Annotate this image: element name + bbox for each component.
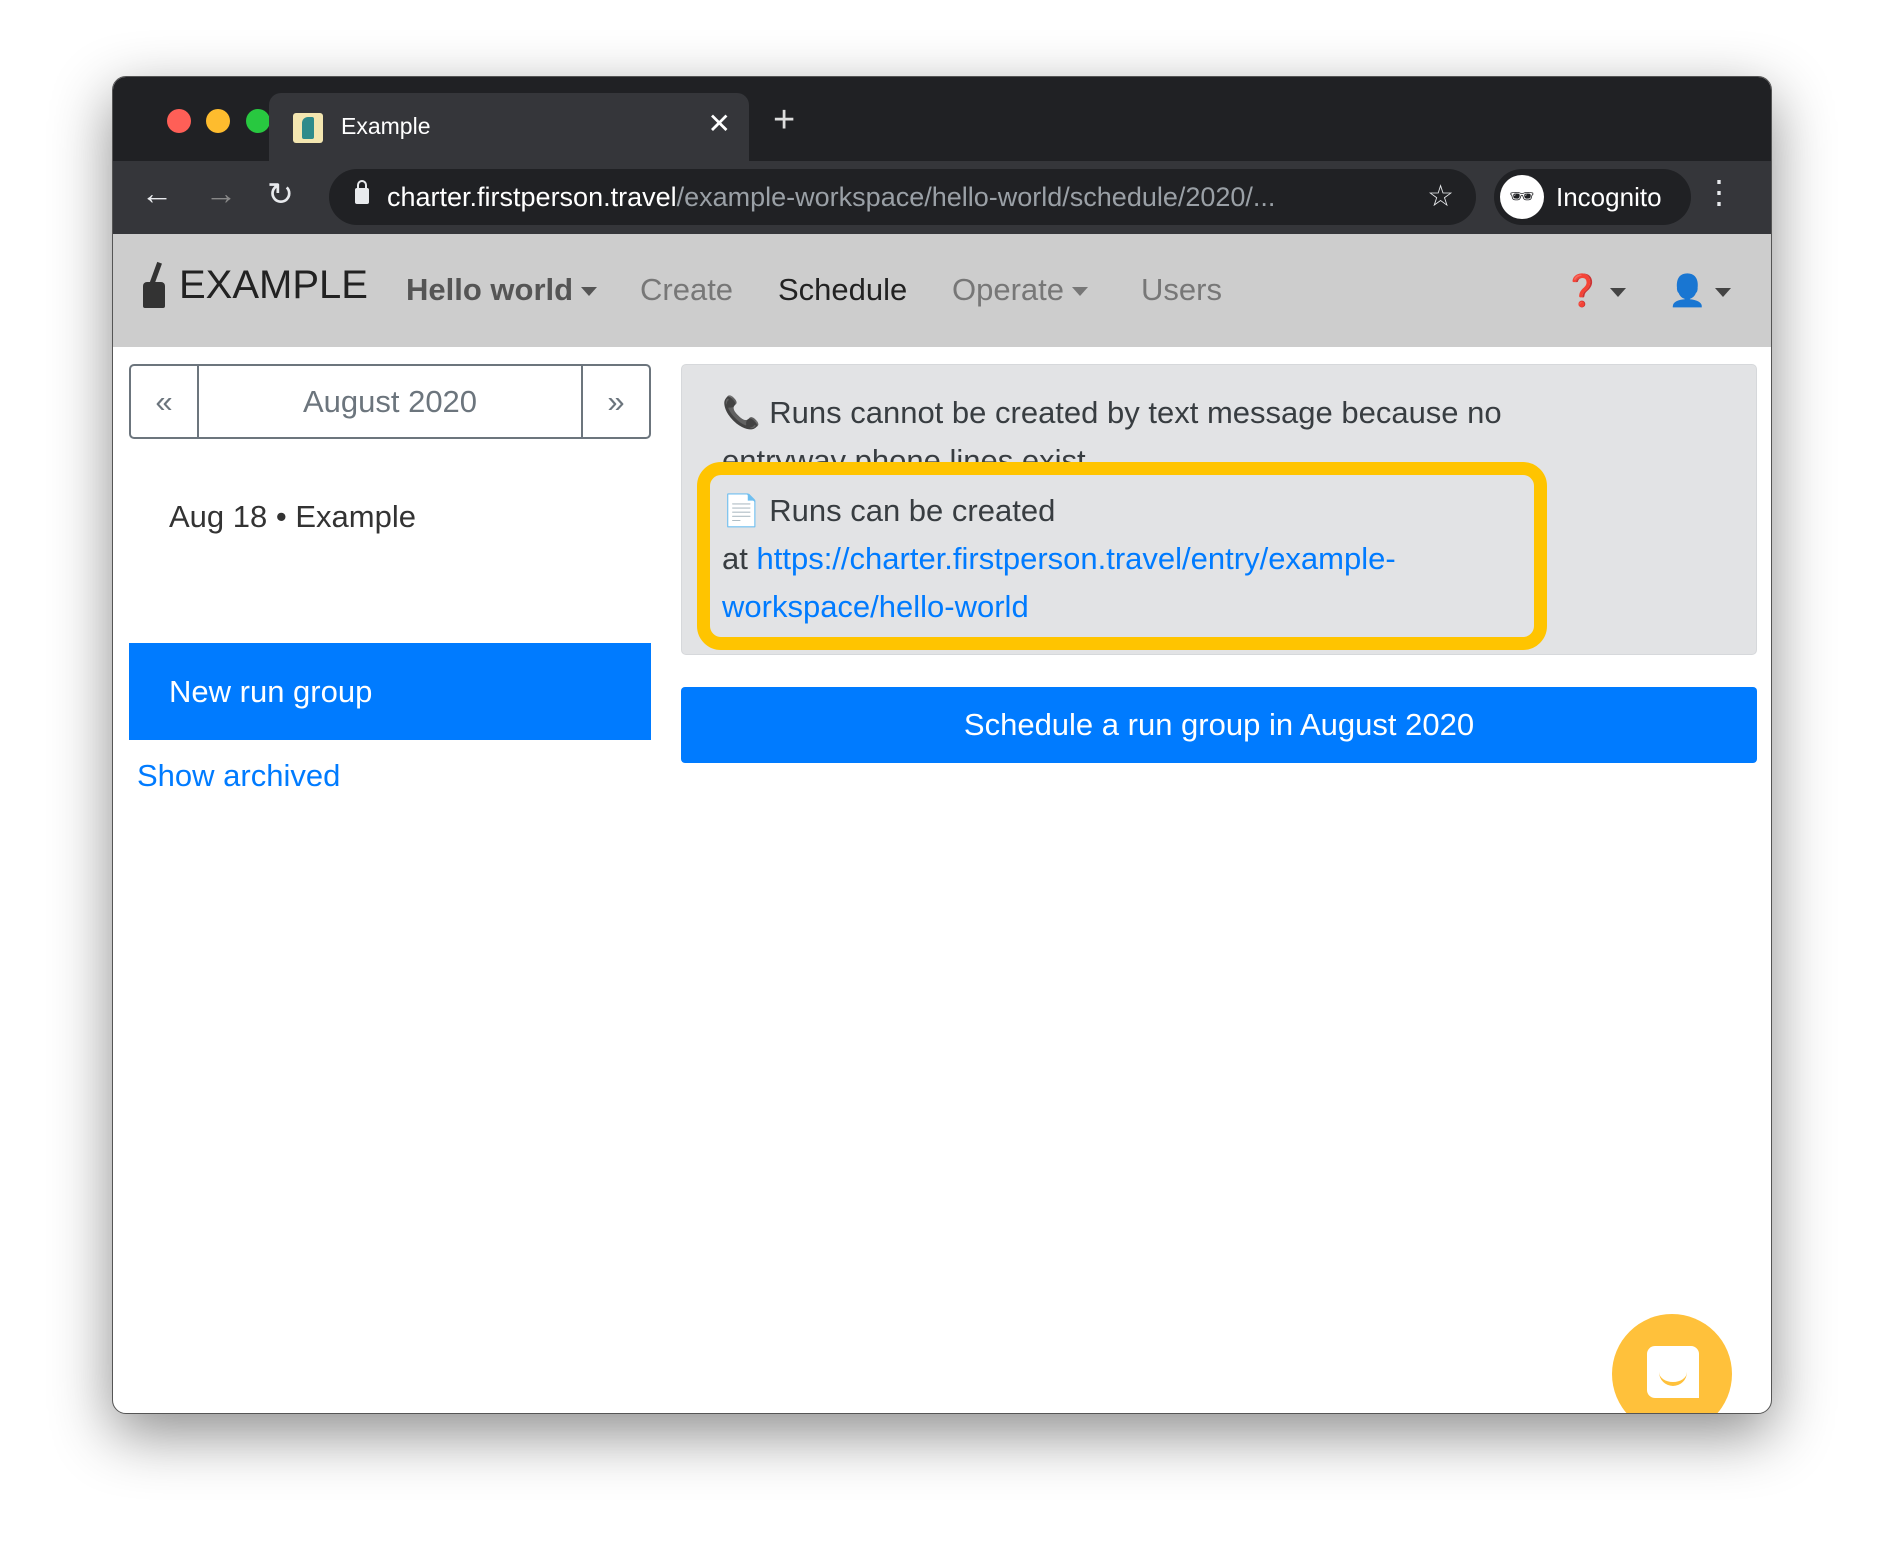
current-month: August 2020 [197, 366, 583, 437]
nav-operate[interactable]: Operate [952, 272, 1089, 308]
caret-down-icon [1609, 288, 1626, 298]
browser-window: Example ✕ + ← → ↻ charter.firstperson.tr… [112, 76, 1772, 1414]
separator: • [275, 499, 287, 534]
nav-create[interactable]: Create [640, 272, 733, 308]
prev-month-button[interactable]: « [131, 366, 197, 437]
inkwell-logo-icon [141, 262, 167, 308]
browser-toolbar: ← → ↻ charter.firstperson.travel/example… [113, 161, 1771, 234]
entry-date: Aug 18 [169, 499, 268, 534]
brand-name: EXAMPLE [179, 262, 368, 307]
chat-icon [1647, 1346, 1699, 1398]
app-navbar: EXAMPLE Hello world Create Schedule Oper… [113, 234, 1771, 347]
workspace-dropdown[interactable]: Hello world [406, 272, 598, 308]
caret-down-icon [1072, 287, 1089, 297]
highlight-box: 📄 Runs can be created at https://charter… [697, 462, 1547, 650]
tab-bar: Example ✕ + [113, 77, 1771, 161]
maximize-window-button[interactable] [246, 109, 270, 133]
web-status-text: Runs can be created [769, 493, 1056, 528]
brand-logo[interactable]: EXAMPLE [141, 262, 368, 308]
user-dropdown[interactable]: 👤 [1668, 272, 1731, 309]
entry-link[interactable]: https://charter.firstperson.travel/entry… [722, 541, 1396, 624]
workspace-label: Hello world [406, 272, 574, 307]
nav-users[interactable]: Users [1141, 272, 1222, 308]
at-label: at [722, 541, 748, 576]
incognito-icon: 🕶 [1500, 175, 1544, 219]
user-icon: 👤 [1668, 273, 1707, 308]
browser-tab[interactable]: Example ✕ [269, 93, 749, 161]
nav-schedule[interactable]: Schedule [778, 272, 907, 308]
file-icon: 📄 [722, 493, 761, 528]
new-tab-button[interactable]: + [773, 99, 795, 142]
caret-down-icon [1714, 288, 1731, 298]
help-dropdown[interactable]: ❓ [1563, 272, 1626, 309]
entry-name: Example [295, 499, 416, 534]
next-month-button[interactable]: » [583, 366, 649, 437]
caret-down-icon [581, 287, 598, 297]
chat-launcher-button[interactable] [1612, 1314, 1732, 1413]
main-content: « August 2020 » Aug 18 • Example New run… [113, 347, 1771, 1413]
forward-icon[interactable]: → [205, 175, 237, 212]
minimize-window-button[interactable] [206, 109, 230, 133]
show-archived-link[interactable]: Show archived [137, 758, 340, 794]
operate-label: Operate [952, 272, 1065, 307]
kebab-menu-icon[interactable]: ⋮ [1703, 173, 1735, 211]
bookmark-star-icon[interactable]: ☆ [1427, 169, 1454, 225]
profile-label: Incognito [1556, 182, 1662, 212]
run-group-item[interactable]: Aug 18 • Example [169, 499, 416, 535]
url-host: charter.firstperson.travel [387, 182, 677, 212]
close-window-button[interactable] [167, 109, 191, 133]
lock-icon [355, 180, 369, 204]
close-tab-icon[interactable]: ✕ [708, 107, 731, 140]
favicon-icon [293, 113, 323, 143]
reload-icon[interactable]: ↻ [267, 175, 294, 213]
phone-icon: 📞 [722, 395, 761, 430]
new-run-group-button[interactable]: New run group [129, 643, 651, 740]
back-icon[interactable]: ← [141, 175, 173, 212]
question-circle-icon: ❓ [1563, 273, 1602, 308]
address-bar[interactable]: charter.firstperson.travel/example-works… [329, 169, 1476, 225]
month-pager: « August 2020 » [129, 364, 651, 439]
tab-title: Example [341, 113, 431, 139]
url-path: /example-workspace/hello-world/schedule/… [676, 182, 1276, 212]
schedule-run-group-button[interactable]: Schedule a run group in August 2020 [681, 687, 1757, 763]
incognito-profile-button[interactable]: 🕶 Incognito [1494, 169, 1691, 225]
